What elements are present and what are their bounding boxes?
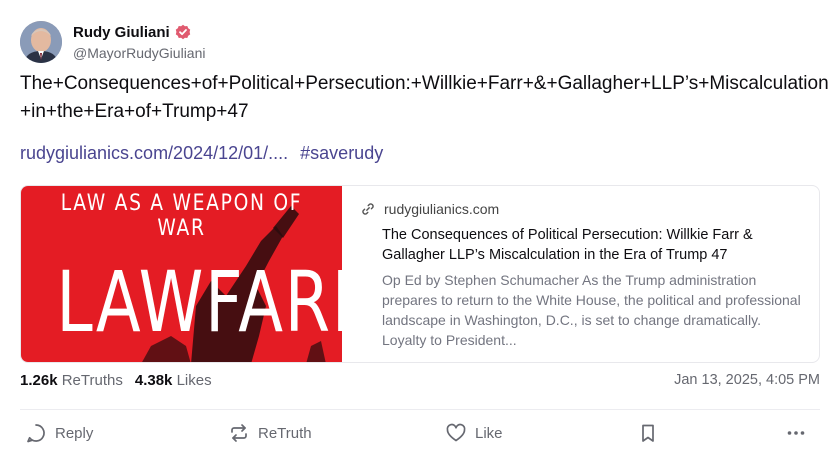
like-label: Like	[475, 424, 503, 442]
avatar-portrait	[20, 21, 62, 63]
cover-title: LAWFARE	[56, 253, 342, 351]
reply-button[interactable]: Reply	[25, 422, 93, 444]
likes-count: 4.38k	[134, 372, 173, 389]
reply-label: Reply	[55, 424, 94, 442]
retruths-count: 1.26k	[20, 372, 58, 389]
bookmark-icon	[642, 424, 654, 442]
link-preview-domain: rudygiulianics.com	[362, 201, 801, 217]
post-timestamp[interactable]: Jan 13, 2025, 4:05 PM	[674, 372, 820, 388]
more-icon	[787, 431, 805, 435]
user-handle[interactable]: @MayorRudyGiuliani	[73, 45, 205, 61]
link-preview-title: The Consequences of Political Persecutio…	[382, 227, 753, 263]
like-button[interactable]: Like	[445, 422, 503, 444]
likes-stat[interactable]: 4.38k Likes	[135, 372, 212, 389]
link-preview-domain-text: rudygiulianics.com	[384, 201, 500, 217]
cover-subtitle: LAW AS A WEAPON OF WAR	[60, 191, 303, 241]
link-preview-description: Op Ed by Stephen Schumacher As the Trump…	[382, 272, 801, 348]
reply-icon	[27, 424, 45, 443]
display-name-text[interactable]: Rudy Giuliani	[73, 24, 170, 41]
link-preview-card[interactable]: LAW AS A WEAPON OF WAR LAWFARE rudygiuli…	[20, 185, 820, 363]
retruth-icon	[231, 424, 247, 442]
post-stats: 1.26k ReTruths 4.38k Likes	[20, 372, 212, 389]
post-links: rudygiulianics.com/2024/12/01/.... #save…	[20, 143, 383, 164]
more-options-button[interactable]	[785, 422, 815, 444]
heart-icon	[446, 423, 466, 442]
likes-label: Likes	[176, 372, 212, 389]
display-name[interactable]: Rudy Giuliani	[73, 24, 205, 41]
retruths-stat[interactable]: 1.26k ReTruths	[20, 372, 123, 389]
avatar[interactable]	[20, 21, 62, 63]
bookmark-button[interactable]	[637, 422, 667, 444]
post-text: The+Consequences+of+Political+Persecutio…	[20, 73, 829, 122]
retruth-button[interactable]: ReTruth	[228, 422, 312, 444]
post-header: Rudy Giuliani @MayorRudyGiuliani	[20, 20, 205, 64]
retruth-label: ReTruth	[258, 424, 312, 442]
divider	[20, 409, 820, 410]
post-actions: Reply ReTruth Like	[20, 422, 820, 448]
hashtag-link[interactable]: #saverudy	[300, 143, 383, 164]
verified-badge-icon	[175, 24, 190, 40]
link-icon	[362, 203, 374, 215]
retruths-label: ReTruths	[61, 372, 123, 389]
link-preview-body[interactable]: rudygiulianics.com The Consequences of P…	[342, 186, 819, 362]
link-preview-image[interactable]: LAW AS A WEAPON OF WAR LAWFARE	[21, 186, 342, 362]
post-link[interactable]: rudygiulianics.com/2024/12/01/....	[20, 143, 288, 164]
